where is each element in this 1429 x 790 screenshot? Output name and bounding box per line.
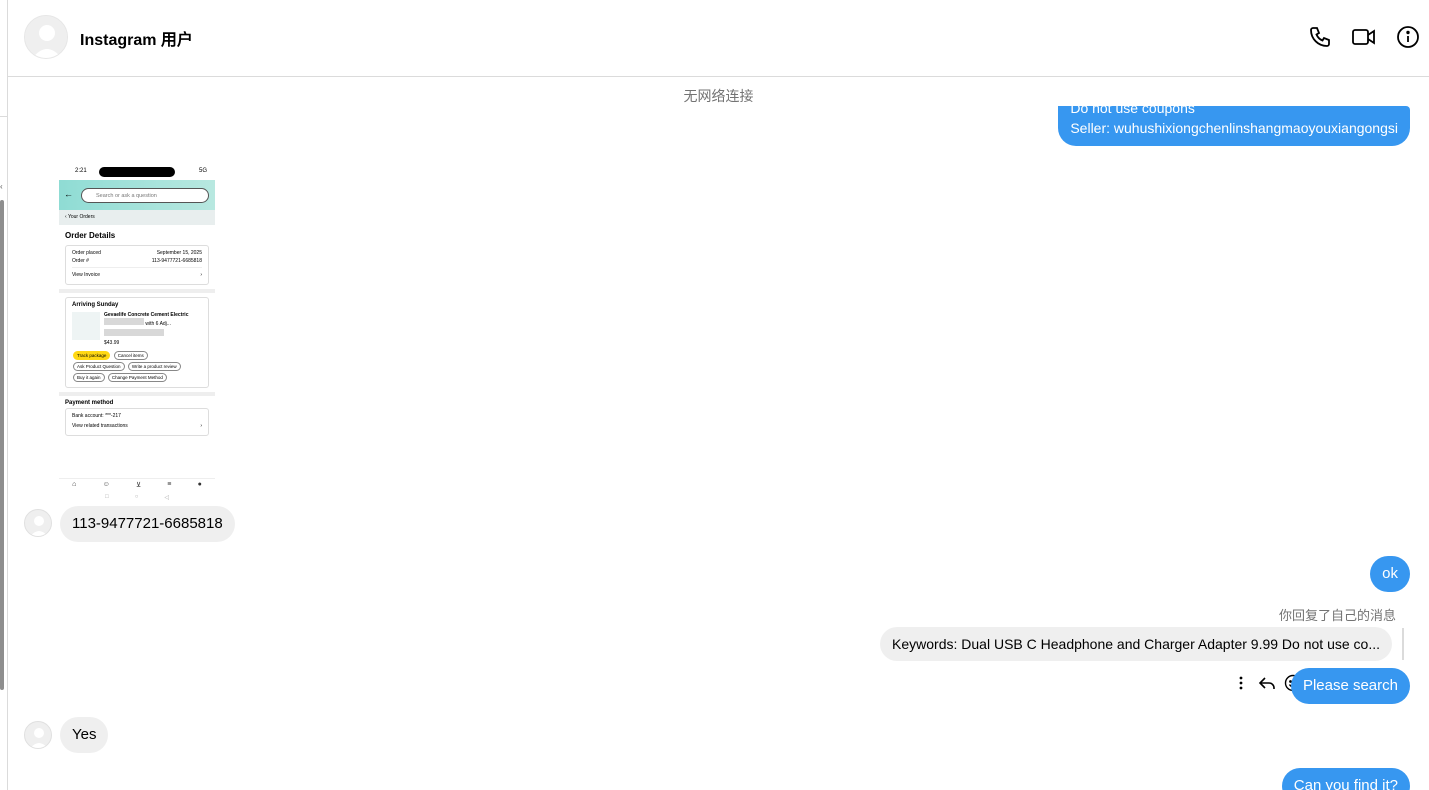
ask-question-pill: Ask Product Question — [73, 362, 125, 371]
home-icon: ⌂ — [72, 481, 77, 488]
chat-header: Instagram 用户 — [8, 0, 1429, 77]
scrollbar[interactable] — [0, 200, 4, 690]
order-placed-label: Order placed — [72, 250, 101, 256]
arriving-label: Arriving Sunday — [72, 302, 119, 308]
search-box: Search or ask a question — [81, 188, 209, 203]
default-avatar-icon — [30, 728, 48, 748]
square-icon: □ — [105, 494, 109, 500]
menu-icon: ≡ — [167, 481, 172, 488]
phone-icon[interactable] — [1307, 24, 1333, 50]
view-transactions: View related transactions — [72, 423, 128, 429]
replied-message-preview[interactable]: Keywords: Dual USB C Headphone and Charg… — [880, 627, 1392, 661]
phone-signal: 5G — [198, 168, 207, 174]
caret-icon: ‹ — [0, 182, 3, 191]
rail-divider — [0, 116, 8, 117]
bank-account: Bank account: ***-217 — [72, 413, 121, 419]
more-options-icon[interactable] — [1232, 674, 1250, 692]
order-num-value: 113-9477721-6685818 — [151, 258, 202, 264]
track-package-pill: Track package — [73, 351, 111, 360]
left-rail: ‹ — [0, 0, 8, 790]
reply-indicator-bar — [1402, 628, 1404, 660]
change-payment-pill: Change Payment Method — [107, 373, 167, 382]
cancel-items-pill: Cancel items — [113, 351, 148, 360]
payment-method-title: Payment method — [65, 400, 114, 406]
message-line: Do not use coupons — [1070, 106, 1195, 116]
order-screenshot-image[interactable]: 2:21 5G ← Search or ask a question ‹ You… — [59, 164, 215, 504]
contact-name[interactable]: Instagram 用户 — [80, 26, 193, 50]
order-details-title: Order Details — [65, 231, 116, 240]
system-nav: □ ○ ◁ — [59, 494, 215, 504]
network-status: 无网络连接 — [683, 88, 754, 104]
order-placed-value: September 15, 2025 — [156, 250, 202, 256]
default-avatar-icon — [30, 516, 48, 536]
product-thumbnail — [72, 312, 100, 340]
product-name-2: with 6 Adj... — [145, 321, 171, 327]
message-thread[interactable]: 无网络连接 Do not use coupons Seller: wuhushi… — [8, 78, 1429, 790]
write-review-pill: Write a product review — [127, 362, 181, 371]
buy-again-pill: Buy it again — [73, 373, 105, 382]
payment-card: Bank account: ***-217 View related trans… — [65, 408, 209, 436]
chevron-right-icon: › — [200, 423, 202, 429]
default-avatar-icon — [25, 16, 67, 58]
chevron-right-icon: › — [200, 272, 202, 278]
circle-icon: ○ — [134, 494, 139, 500]
avatar[interactable] — [24, 15, 68, 59]
outgoing-message[interactable]: Please search — [1290, 668, 1410, 704]
reply-note: 你回复了自己的消息 — [1278, 608, 1396, 623]
view-invoice: View Invoice — [72, 272, 100, 278]
dynamic-island — [99, 167, 175, 177]
assistant-icon: ● — [197, 481, 202, 488]
incoming-message[interactable]: 113-9477721-6685818 — [60, 506, 235, 542]
video-camera-icon[interactable] — [1351, 24, 1377, 50]
outgoing-message[interactable]: Can you find it? — [1281, 768, 1410, 790]
message-line: Seller: wuhushixiongchenlinshangmaoyouxi… — [1070, 120, 1398, 136]
shipment-card: Arriving Sunday Gevaelife Concrete Cemen… — [65, 297, 209, 388]
incoming-message[interactable]: Yes — [60, 717, 109, 753]
avatar[interactable] — [24, 509, 52, 537]
account-icon: ☺ — [102, 481, 110, 488]
phone-time: 2:21 — [75, 168, 87, 174]
cart-icon: ⊻ — [135, 482, 142, 489]
triangle-icon: ◁ — [164, 495, 169, 501]
reply-icon[interactable] — [1258, 674, 1276, 692]
avatar[interactable] — [24, 721, 52, 749]
back-arrow-icon: ← — [64, 189, 73, 199]
order-info-card: Order placed September 15, 2025 Order # 11… — [65, 245, 209, 285]
info-icon[interactable] — [1395, 24, 1421, 50]
outgoing-message[interactable]: Do not use coupons Seller: wuhushixiongc… — [1058, 106, 1410, 146]
order-num-label: Order # — [72, 258, 89, 264]
phone-bottom-nav: ⌂ ☺ ⊻ ≡ ● — [59, 478, 215, 492]
outgoing-message[interactable]: ok — [1370, 556, 1410, 592]
breadcrumb: ‹ Your Orders — [59, 210, 215, 225]
product-price: $43.99 — [104, 340, 120, 346]
